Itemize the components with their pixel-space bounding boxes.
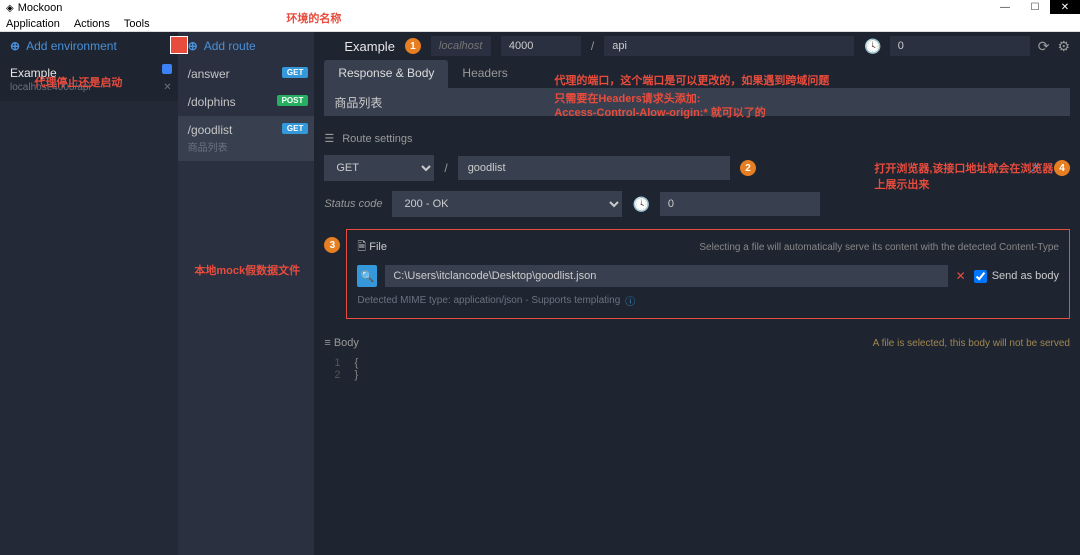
plus-icon: ⊕ <box>188 39 198 53</box>
file-icon: 🗎 <box>357 241 366 253</box>
send-as-body-toggle[interactable]: Send as body <box>974 270 1059 283</box>
main-panel: Example 1 / 🕓 ⟳ ⚙ Response & Body Header… <box>314 32 1080 555</box>
route-path: /goodlist <box>188 123 233 137</box>
route-settings-header: ☰ Route settings <box>324 132 1070 145</box>
environments-sidebar: ⊕ Add environment Example localhost:4000… <box>0 32 178 555</box>
slash-label: / <box>591 39 594 53</box>
tab-response-body[interactable]: Response & Body <box>324 60 448 88</box>
add-environment-button[interactable]: ⊕ Add environment <box>0 32 178 60</box>
file-section: 🗎 File Selecting a file will automatical… <box>346 229 1070 319</box>
env-badge-icon <box>162 64 172 74</box>
body-warning: A file is selected, this body will not b… <box>873 338 1070 349</box>
body-editor[interactable]: 1{ 2} <box>324 357 1070 381</box>
clock-icon: 🕓 <box>632 196 649 213</box>
status-code-label: Status code <box>324 198 382 210</box>
env-running-indicator[interactable] <box>170 36 188 54</box>
close-button[interactable]: ✕ <box>1050 0 1080 14</box>
content-area: ☰ Route settings GET / 2 ↗ 4 Status code… <box>314 88 1080 555</box>
body-label: Body <box>334 337 359 349</box>
status-code-select[interactable]: 200 - OK <box>392 191 622 217</box>
app-body: ⊕ Add environment Example localhost:4000… <box>0 32 1080 555</box>
mime-row: Detected MIME type: application/json - S… <box>357 293 1059 308</box>
file-path-input[interactable] <box>385 265 947 287</box>
file-browse-button[interactable]: 🔍 <box>357 265 377 287</box>
environment-topbar: Example 1 / 🕓 ⟳ ⚙ <box>314 32 1080 60</box>
route-path-input[interactable] <box>458 156 730 180</box>
env-subtitle: localhost:4000/api <box>10 82 168 93</box>
menu-application[interactable]: Application <box>6 18 60 30</box>
window-title: Mockoon <box>18 2 63 14</box>
route-item-goodlist[interactable]: /goodlist GET 商品列表 <box>178 116 315 161</box>
file-hint: Selecting a file will automatically serv… <box>699 242 1059 253</box>
info-icon[interactable]: ⓘ <box>625 293 635 308</box>
minimize-button[interactable]: — <box>990 0 1020 14</box>
add-env-label: Add environment <box>26 39 117 53</box>
env-name-label: Example <box>344 39 395 54</box>
menu-tools[interactable]: Tools <box>124 18 150 30</box>
list-icon: ☰ <box>324 132 334 145</box>
route-desc: 商品列表 <box>188 139 305 154</box>
documentation-input[interactable] <box>324 88 1070 116</box>
tab-headers[interactable]: Headers <box>448 60 521 88</box>
route-method-path-row: GET / 2 ↗ 4 <box>324 155 1070 181</box>
send-as-body-checkbox[interactable] <box>974 270 987 283</box>
port-input[interactable] <box>501 36 581 56</box>
routes-panel: ⊕ Add route /answer GET /dolphins POST /… <box>178 32 315 555</box>
app-icon: ◈ <box>6 3 14 14</box>
body-icon: ≡ <box>324 337 330 349</box>
window-titlebar: ◈ Mockoon — ☐ ✕ <box>0 0 1080 16</box>
plus-icon: ⊕ <box>10 39 20 53</box>
menu-actions[interactable]: Actions <box>74 18 110 30</box>
route-item-dolphins[interactable]: /dolphins POST <box>178 88 315 116</box>
route-path: /dolphins <box>188 95 236 109</box>
method-badge-get: GET <box>282 123 308 134</box>
step-badge-1: 1 <box>405 38 421 54</box>
menu-bar: Application Actions Tools <box>0 16 1080 32</box>
settings-icon[interactable]: ⚙ <box>1057 38 1070 55</box>
maximize-button[interactable]: ☐ <box>1020 0 1050 14</box>
step-badge-2: 2 <box>740 160 756 176</box>
add-route-label: Add route <box>204 39 256 53</box>
file-label: 🗎 File <box>357 238 387 257</box>
env-close-icon[interactable]: ✕ <box>163 82 171 93</box>
response-tabs: Response & Body Headers <box>314 60 1080 88</box>
route-path: /answer <box>188 67 230 81</box>
prefix-input[interactable] <box>604 36 854 56</box>
environment-item[interactable]: Example localhost:4000/api ✕ <box>0 60 178 101</box>
route-latency-input[interactable] <box>660 192 820 216</box>
file-clear-icon[interactable]: ✕ <box>956 269 966 283</box>
env-title: Example <box>10 66 168 80</box>
body-header: ≡ Body A file is selected, this body wil… <box>324 337 1070 349</box>
clock-icon: 🕓 <box>864 38 881 55</box>
open-in-browser-icon[interactable]: ↗ <box>1028 160 1040 177</box>
refresh-icon[interactable]: ⟳ <box>1038 38 1050 55</box>
host-input[interactable] <box>431 36 491 56</box>
add-route-button[interactable]: ⊕ Add route <box>178 32 315 60</box>
status-row: Status code 200 - OK 🕓 <box>324 191 1070 217</box>
method-badge-post: POST <box>277 95 309 106</box>
slash-label: / <box>444 161 447 175</box>
step-badge-3: 3 <box>324 237 340 253</box>
latency-input[interactable] <box>890 36 1030 56</box>
route-settings-label: Route settings <box>342 133 412 145</box>
route-item-answer[interactable]: /answer GET <box>178 60 315 88</box>
method-badge-get: GET <box>282 67 308 78</box>
step-badge-4: 4 <box>1054 160 1070 176</box>
method-select[interactable]: GET <box>324 155 434 181</box>
